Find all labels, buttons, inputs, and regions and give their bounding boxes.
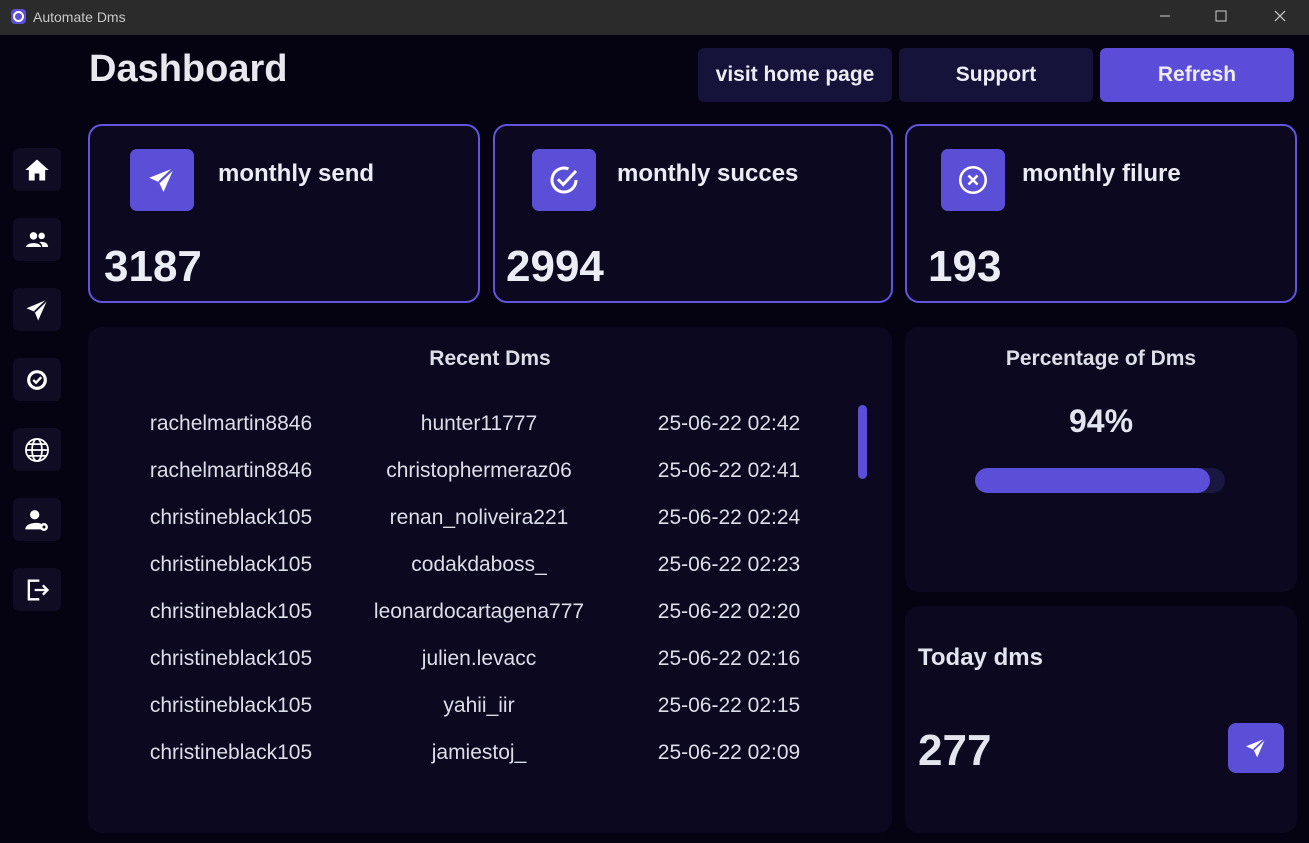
- sender-cell: christineblack105: [149, 553, 313, 576]
- monthly-failure-label: monthly filure: [1022, 160, 1181, 187]
- home-icon: [25, 159, 49, 180]
- close-button[interactable]: [1257, 0, 1303, 32]
- close-icon: [1274, 10, 1286, 22]
- table-row[interactable]: christineblack105 yahii_iir 25-06-22 02:…: [88, 694, 892, 724]
- timestamp-cell: 25-06-22 02:23: [657, 553, 801, 576]
- logout-icon: [27, 579, 50, 600]
- sidebar-item-send[interactable]: [13, 288, 61, 331]
- recent-dms-panel: Recent Dms rachelmartin8846 hunter11777 …: [88, 327, 892, 833]
- timestamp-cell: 25-06-22 02:20: [657, 600, 801, 623]
- app-logo-icon: [11, 9, 26, 24]
- recipient-cell: hunter11777: [420, 412, 538, 435]
- title-bar: Automate Dms: [0, 0, 1309, 35]
- today-dms-panel: Today dms 277: [905, 606, 1297, 833]
- monthly-success-value: 2994: [506, 242, 604, 291]
- sidebar-item-success[interactable]: [13, 358, 61, 401]
- progress-bar: [975, 468, 1225, 493]
- timestamp-cell: 25-06-22 02:09: [657, 741, 801, 764]
- check-circle-icon: [27, 369, 47, 390]
- send-icon: [1246, 738, 1266, 758]
- timestamp-cell: 25-06-22 02:15: [657, 694, 801, 717]
- sender-cell: christineblack105: [149, 506, 313, 529]
- monthly-success-card: monthly succes 2994: [493, 124, 893, 303]
- percentage-value: 94%: [1068, 403, 1134, 439]
- user-settings-icon: [25, 509, 48, 531]
- table-row[interactable]: christineblack105 codakdaboss_ 25-06-22 …: [88, 553, 892, 583]
- send-button[interactable]: [1228, 723, 1284, 773]
- recipient-cell: christophermeraz06: [386, 459, 572, 482]
- table-row[interactable]: rachelmartin8846 christophermeraz06 25-0…: [88, 459, 892, 489]
- recipient-cell: yahii_iir: [443, 694, 515, 717]
- recipient-cell: renan_noliveira221: [389, 506, 569, 529]
- today-dms-value: 277: [918, 726, 992, 775]
- monthly-send-card: monthly send 3187: [88, 124, 480, 303]
- monthly-failure-value: 193: [928, 242, 1002, 291]
- scrollbar-thumb[interactable]: [858, 405, 867, 479]
- sender-cell: christineblack105: [149, 600, 313, 623]
- maximize-icon: [1215, 10, 1227, 22]
- sidebar-item-web[interactable]: [13, 428, 61, 471]
- sidebar-item-logout[interactable]: [13, 568, 61, 611]
- visit-home-page-button[interactable]: visit home page: [698, 48, 892, 102]
- sender-cell: rachelmartin8846: [149, 412, 313, 435]
- sender-cell: rachelmartin8846: [149, 459, 313, 482]
- monthly-send-value: 3187: [104, 242, 202, 291]
- sender-cell: christineblack105: [149, 694, 313, 717]
- globe-icon: [25, 437, 49, 462]
- send-icon: [130, 149, 194, 211]
- percentage-panel: Percentage of Dms 94%: [905, 327, 1297, 592]
- table-row[interactable]: christineblack105 julien.levacc 25-06-22…: [88, 647, 892, 677]
- sidebar-item-home[interactable]: [13, 148, 61, 191]
- recipient-cell: jamiestoj_: [431, 741, 527, 764]
- sidebar-item-account-settings[interactable]: [13, 498, 61, 541]
- minimize-button[interactable]: [1142, 0, 1188, 32]
- recipient-cell: leonardocartagena777: [373, 600, 585, 623]
- progress-fill: [975, 468, 1210, 493]
- check-circle-icon: [532, 149, 596, 211]
- monthly-send-label: monthly send: [218, 160, 375, 187]
- x-circle-icon: [941, 149, 1005, 211]
- table-row[interactable]: christineblack105 renan_noliveira221 25-…: [88, 506, 892, 536]
- today-dms-title: Today dms: [918, 644, 1043, 671]
- page-title: Dashboard: [89, 48, 288, 90]
- percentage-title: Percentage of Dms: [1005, 347, 1197, 370]
- timestamp-cell: 25-06-22 02:24: [657, 506, 801, 529]
- users-icon: [25, 231, 49, 247]
- recipient-cell: codakdaboss_: [411, 553, 547, 576]
- timestamp-cell: 25-06-22 02:41: [657, 459, 801, 482]
- recipient-cell: julien.levacc: [421, 647, 537, 670]
- sender-cell: christineblack105: [149, 741, 313, 764]
- sender-cell: christineblack105: [149, 647, 313, 670]
- table-row[interactable]: christineblack105 leonardocartagena777 2…: [88, 600, 892, 630]
- recent-dms-title: Recent Dms: [429, 347, 551, 370]
- monthly-success-label: monthly succes: [617, 160, 799, 187]
- support-button[interactable]: Support: [899, 48, 1093, 102]
- maximize-button[interactable]: [1198, 0, 1244, 32]
- monthly-failure-card: monthly filure 193: [905, 124, 1297, 303]
- timestamp-cell: 25-06-22 02:16: [657, 647, 801, 670]
- timestamp-cell: 25-06-22 02:42: [657, 412, 801, 435]
- sidebar-item-users[interactable]: [13, 218, 61, 261]
- table-row[interactable]: christineblack105 jamiestoj_ 25-06-22 02…: [88, 741, 892, 771]
- window-title: Automate Dms: [33, 9, 126, 25]
- refresh-button[interactable]: Refresh: [1100, 48, 1294, 102]
- minimize-icon: [1160, 15, 1170, 17]
- send-icon: [26, 298, 49, 320]
- table-row[interactable]: rachelmartin8846 hunter11777 25-06-22 02…: [88, 412, 892, 442]
